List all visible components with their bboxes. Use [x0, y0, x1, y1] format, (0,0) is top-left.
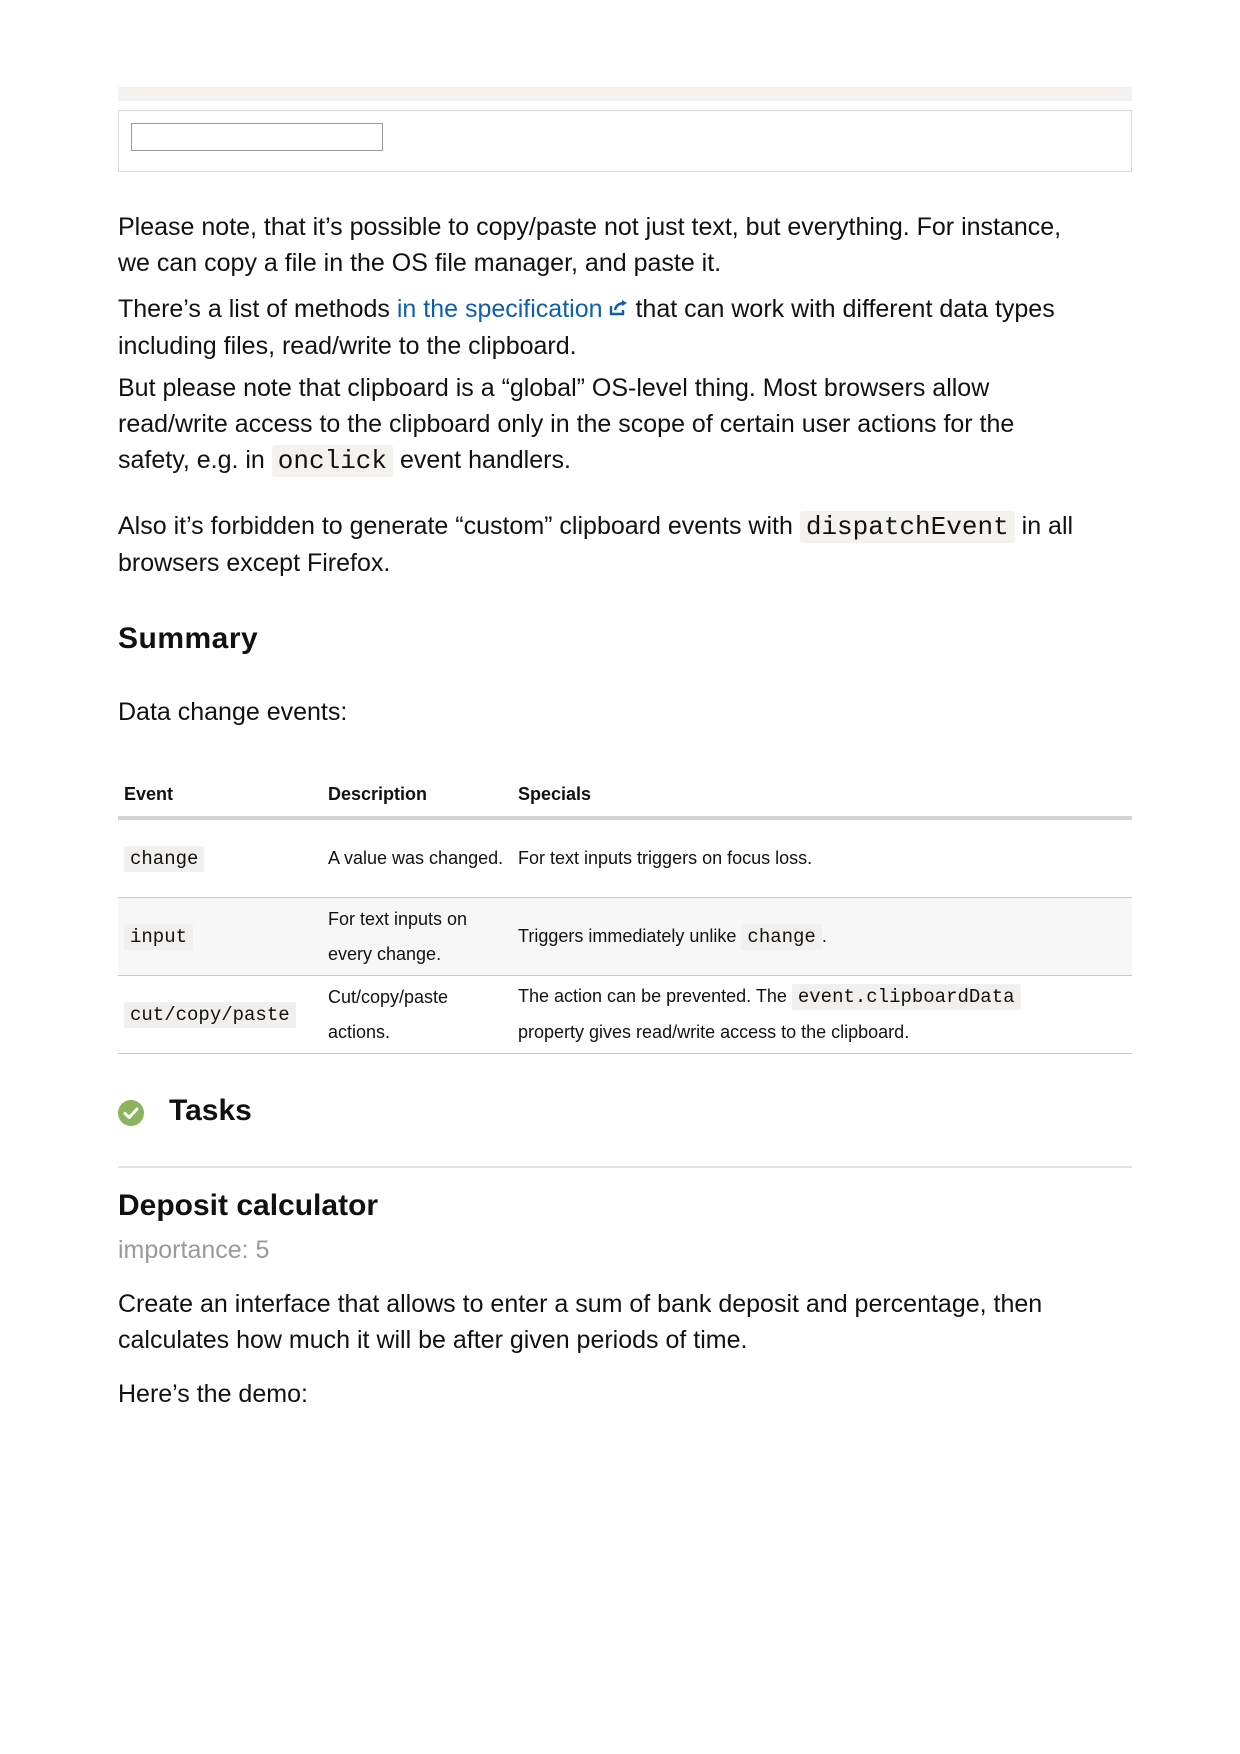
demo-toolbar [118, 87, 1132, 101]
column-header-description: Description [322, 772, 512, 820]
text-segment: Also it’s forbidden to generate “custom”… [118, 512, 800, 540]
demo-text-input[interactable] [131, 123, 383, 151]
table-cell-description: Cut/copy/paste actions. [322, 975, 512, 1054]
paragraph-custom-events: Also it’s forbidden to generate “custom”… [118, 508, 1132, 581]
specification-link[interactable]: in the specification [397, 295, 629, 323]
tasks-header: Tasks [118, 1094, 1132, 1168]
paragraph-line: calculates how much it will be after giv… [118, 1326, 748, 1354]
specification-link-label: in the specification [396, 295, 603, 323]
inline-code: onclick [271, 445, 394, 477]
paragraph-line: we can copy a file in the OS file manage… [118, 249, 722, 277]
task-importance: importance: 5 [118, 1236, 270, 1264]
table-row: change A value was changed. For text inp… [118, 818, 1132, 898]
paragraph-line: Create an interface that allows to enter… [118, 1290, 1043, 1318]
paragraph-line: read/write access to the clipboard only … [118, 410, 1015, 438]
column-header-event: Event [118, 772, 322, 820]
event-name-code: input [124, 923, 194, 950]
inline-code: dispatchEvent [799, 511, 1015, 543]
demo-frame [118, 110, 1132, 172]
inline-code: change [741, 923, 822, 950]
text-segment: event handlers. [393, 446, 571, 474]
paragraph-line: Please note, that it’s possible to copy/… [118, 213, 1062, 241]
table-cell-specials: Triggers immediately unlike change. [512, 897, 1132, 976]
text-segment: property gives read/write access to the … [518, 1022, 910, 1042]
event-name-code: cut/copy/paste [124, 1001, 296, 1028]
paragraph-copy-paste: Please note, that it’s possible to copy/… [118, 209, 1132, 281]
table-cell-specials: The action can be prevented. The event.c… [512, 975, 1132, 1054]
demo-label: Here’s the demo: [118, 1376, 1132, 1412]
text-segment: The action can be prevented. The [518, 986, 792, 1006]
text-segment: safety, e.g. in [118, 446, 272, 474]
table-cell-event: change [118, 818, 322, 898]
inline-code: event.clipboardData [791, 984, 1021, 1010]
summary-intro: Data change events: [118, 694, 1132, 730]
external-link-icon [609, 290, 629, 326]
table-cell-description: A value was changed. [322, 818, 512, 898]
table-cell-event: input [118, 897, 322, 976]
text-segment: that can work with different data types [628, 295, 1055, 323]
paragraph-line: Data change events: [118, 698, 348, 726]
table-cell-event: cut/copy/paste [118, 975, 322, 1054]
table-header-row: Event Description Specials [118, 772, 1132, 820]
task-description: Create an interface that allows to enter… [118, 1286, 1132, 1358]
event-name-code: change [124, 845, 205, 872]
paragraph-line: browsers except Firefox. [118, 549, 391, 577]
events-table: Event Description Specials change A valu… [118, 772, 1132, 1054]
paragraph-line: Here’s the demo: [118, 1380, 308, 1408]
paragraph-line: There’s a list of methods in the specifi… [118, 291, 1132, 328]
task-title: Deposit calculator [118, 1189, 379, 1222]
paragraph-clipboard-global: But please note that clipboard is a “glo… [118, 370, 1132, 479]
text-segment: There’s a list of methods [118, 295, 397, 323]
table-cell-description: For text inputs on every change. [322, 897, 512, 976]
text-segment: Triggers immediately unlike [518, 925, 742, 946]
text-segment: . [821, 925, 827, 946]
table-row: cut/copy/paste Cut/copy/paste actions. T… [118, 975, 1132, 1054]
column-header-specials: Specials [512, 772, 1132, 820]
text-segment: in all [1014, 512, 1074, 540]
paragraph-line: including files, read/write to the clipb… [118, 332, 577, 361]
paragraph-methods: There’s a list of methods in the specifi… [118, 291, 1132, 364]
check-circle-icon [118, 1100, 144, 1126]
paragraph-line: Also it’s forbidden to generate “custom”… [118, 508, 1132, 545]
table-cell-specials: For text inputs triggers on focus loss. [512, 818, 1132, 898]
paragraph-line: But please note that clipboard is a “glo… [118, 374, 990, 402]
tasks-heading: Tasks [169, 1094, 252, 1127]
paragraph-line: safety, e.g. in onclick event handlers. [118, 442, 1132, 479]
summary-heading: Summary [118, 622, 259, 655]
table-row: input For text inputs on every change. T… [118, 897, 1132, 976]
